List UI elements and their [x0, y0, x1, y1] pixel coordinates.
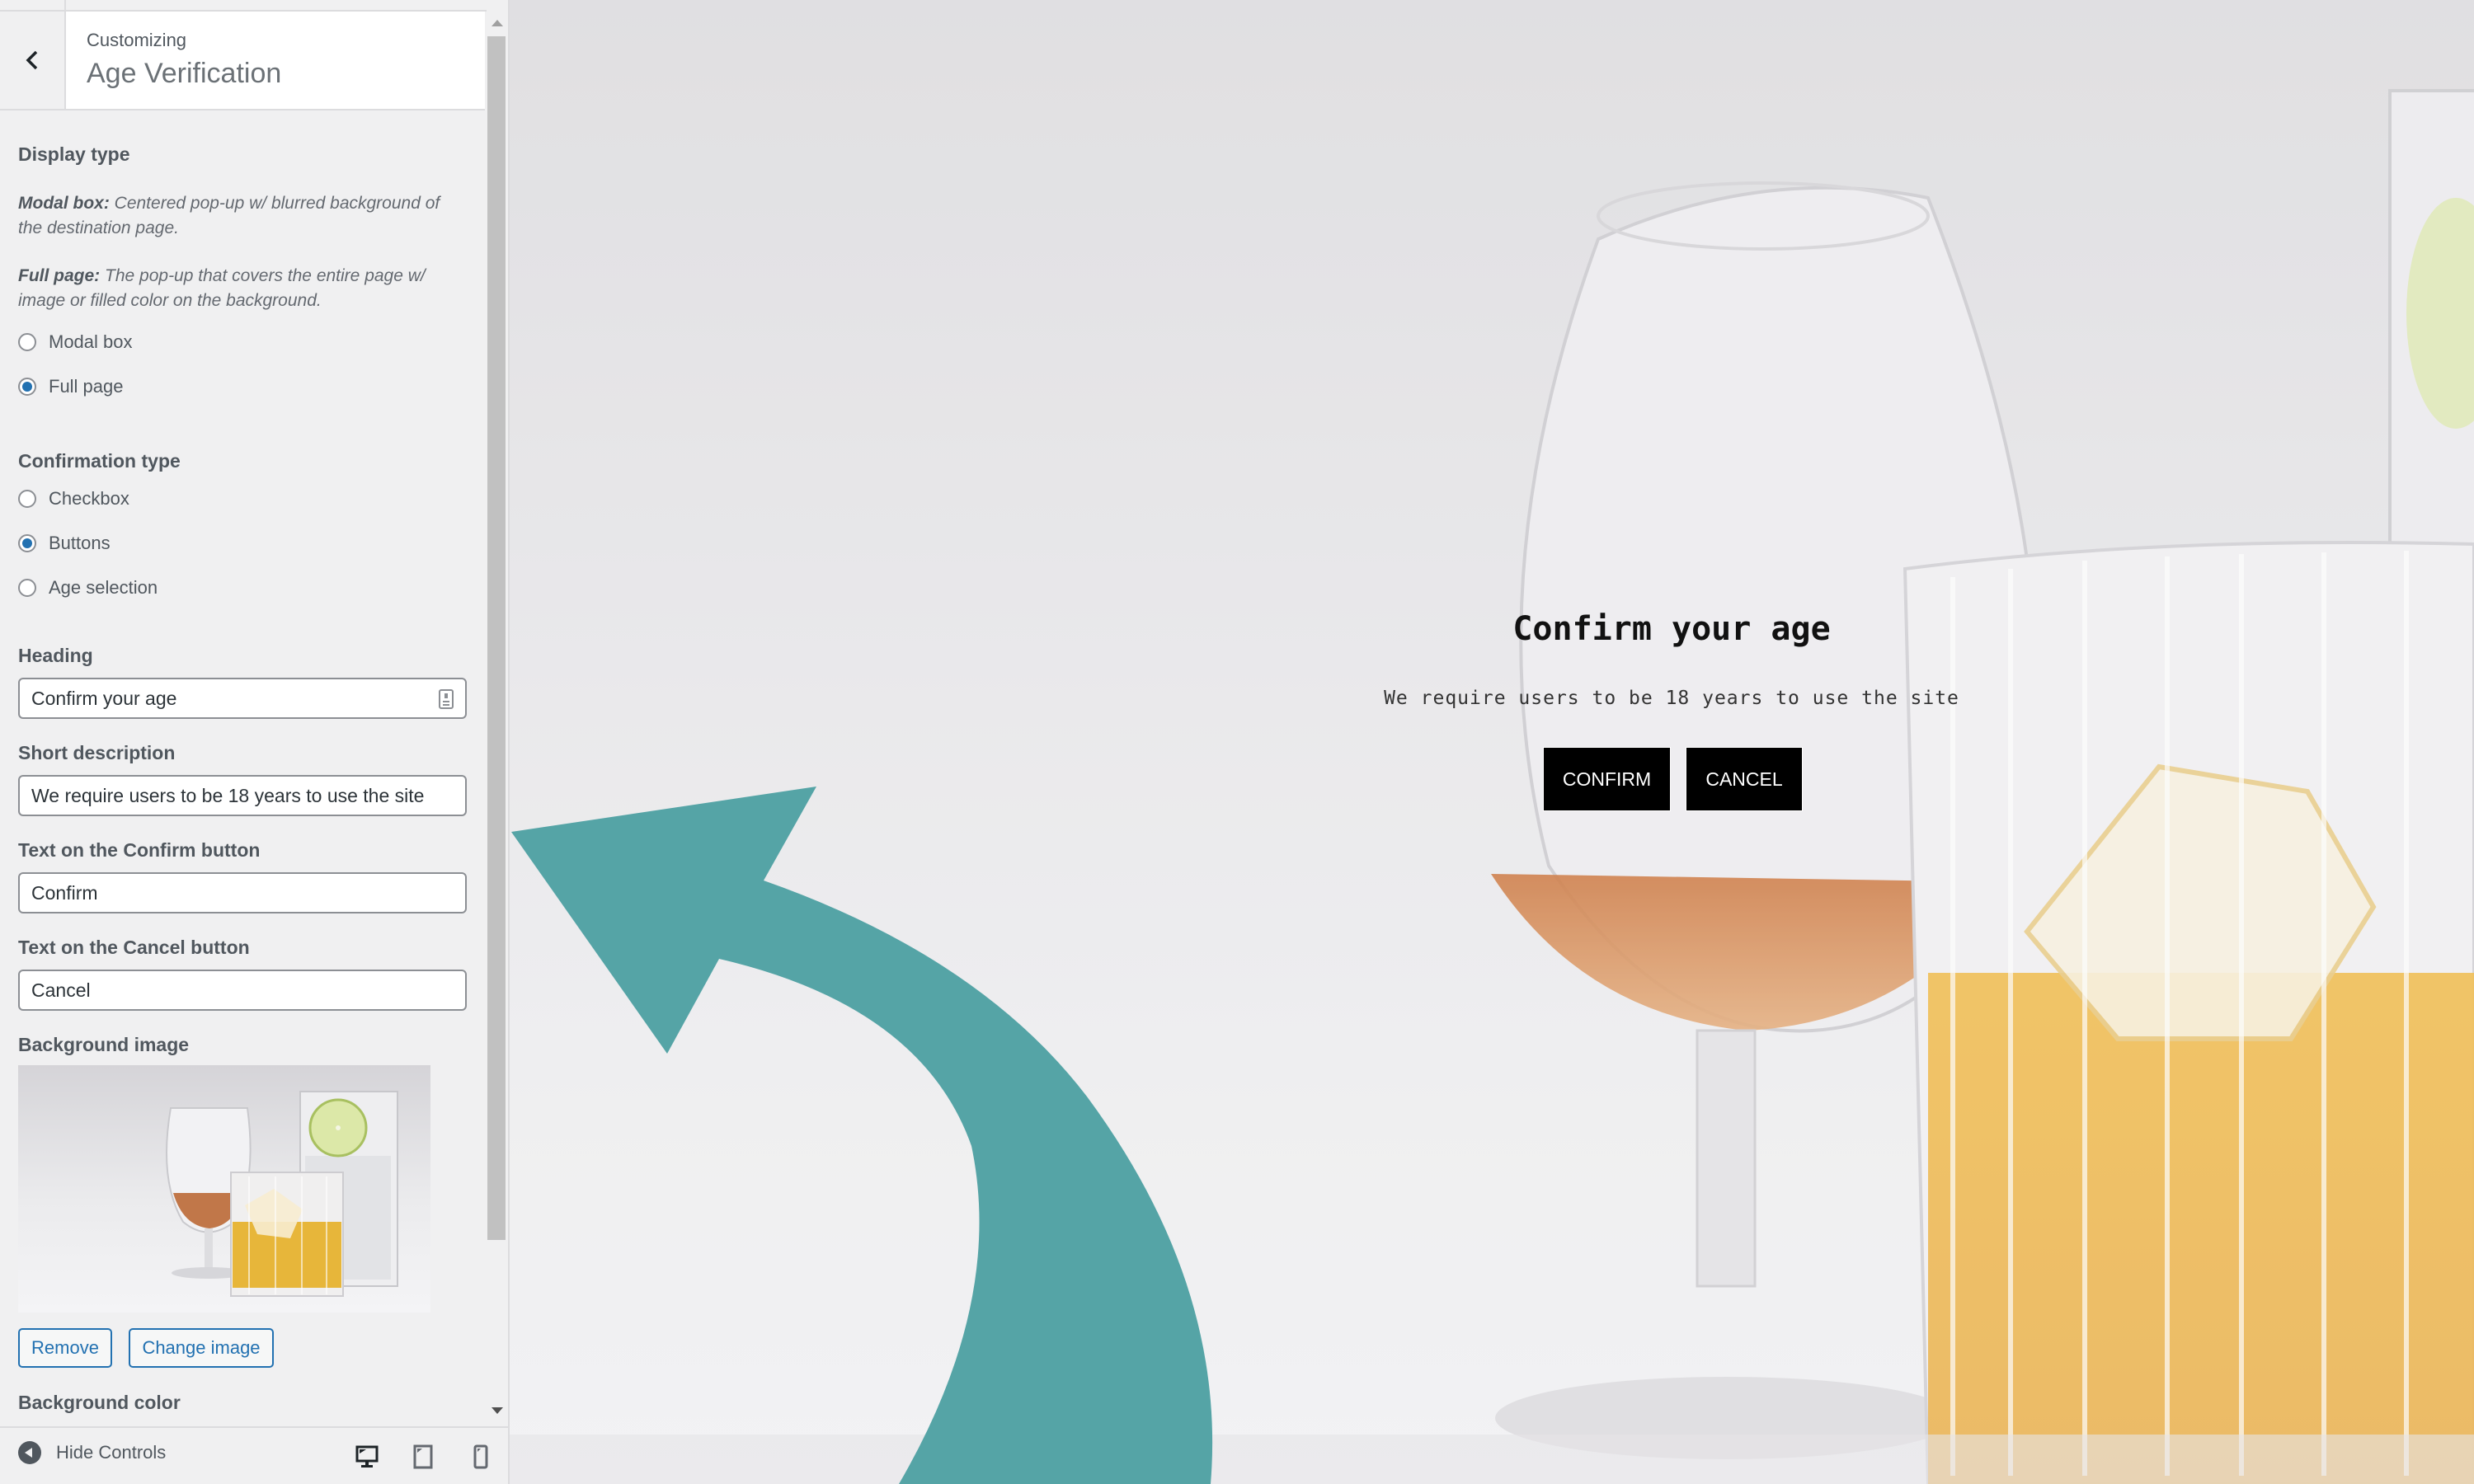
- radio-button[interactable]: [18, 579, 36, 597]
- radio-button[interactable]: [18, 490, 36, 508]
- customizer-footer: Hide Controls: [0, 1426, 508, 1484]
- tablet-icon: [413, 1444, 433, 1469]
- radio-label: Checkbox: [49, 488, 129, 509]
- scroll-down-arrow-icon[interactable]: [492, 1407, 503, 1414]
- radio-modal-box[interactable]: Modal box: [18, 331, 133, 353]
- panel-title: Age Verification: [87, 58, 282, 89]
- radio-button[interactable]: [18, 333, 36, 351]
- divider: [64, 0, 66, 10]
- radio-label: Modal box: [49, 331, 133, 352]
- cancel-text-input[interactable]: Cancel: [18, 970, 467, 1011]
- short-description-input[interactable]: We require users to be 18 years to use t…: [18, 775, 467, 816]
- radio-button-checked[interactable]: [18, 378, 36, 396]
- back-button[interactable]: [0, 12, 66, 109]
- heading-label: Heading: [18, 645, 93, 666]
- background-image-thumbnail: [18, 1065, 430, 1313]
- confirm-text-label: Text on the Confirm button: [18, 839, 261, 861]
- cancel-text-label: Text on the Cancel button: [18, 937, 250, 958]
- sidebar-scrollbar[interactable]: [487, 12, 506, 1414]
- radio-age-selection[interactable]: Age selection: [18, 577, 158, 599]
- background-color-label: Background color: [18, 1392, 181, 1413]
- hide-controls-label: Hide Controls: [56, 1442, 167, 1463]
- confirm-text-input-value: Confirm: [31, 881, 98, 904]
- curved-arrow-icon: [511, 787, 1213, 1484]
- preview-desktop-button[interactable]: [353, 1443, 381, 1471]
- confirm-text-input[interactable]: Confirm: [18, 872, 467, 913]
- customizer-header: Customizing Age Verification: [0, 12, 485, 110]
- top-strip: [0, 0, 487, 12]
- change-image-button[interactable]: Change image: [129, 1328, 274, 1368]
- confirmation-type-label: Confirmation type: [18, 450, 181, 472]
- cancel-text-input-value: Cancel: [31, 979, 91, 1001]
- site-preview: Confirm your age We require users to be …: [510, 0, 2474, 1484]
- background-image-label: Background image: [18, 1034, 190, 1055]
- radio-label: Full page: [49, 376, 124, 397]
- scroll-up-arrow-icon[interactable]: [492, 20, 503, 26]
- header-titles: Customizing Age Verification: [66, 12, 485, 109]
- hide-controls-button[interactable]: Hide Controls: [18, 1441, 166, 1464]
- preview-tablet-button[interactable]: [409, 1443, 437, 1471]
- form-fill-icon[interactable]: [439, 689, 454, 709]
- radio-buttons[interactable]: Buttons: [18, 533, 111, 554]
- preview-mobile-button[interactable]: [467, 1443, 495, 1471]
- modal-box-term: Modal box:: [18, 194, 110, 213]
- full-page-term: Full page:: [18, 266, 101, 285]
- mobile-icon: [473, 1444, 488, 1469]
- radio-full-page[interactable]: Full page: [18, 376, 124, 397]
- remove-image-button[interactable]: Remove: [18, 1328, 112, 1368]
- short-description-label: Short description: [18, 742, 176, 763]
- drinks-photo-thumbnail: [166, 1091, 398, 1297]
- customizer-sidebar: Customizing Age Verification Display typ…: [0, 0, 510, 1484]
- scrollbar-thumb[interactable]: [487, 36, 506, 1240]
- heading-input[interactable]: Confirm your age: [18, 678, 467, 719]
- short-description-input-value: We require users to be 18 years to use t…: [31, 784, 425, 806]
- heading-input-value: Confirm your age: [31, 687, 177, 709]
- annotation-arrow: [511, 787, 1213, 1484]
- radio-label: Buttons: [49, 533, 111, 553]
- full-page-description: Full page: The pop-up that covers the en…: [18, 264, 463, 313]
- chevron-left-icon: [26, 50, 38, 70]
- radio-checkbox[interactable]: Checkbox: [18, 488, 129, 510]
- display-type-label: Display type: [18, 143, 130, 165]
- radio-button-checked[interactable]: [18, 534, 36, 552]
- modal-box-description: Modal box: Centered pop-up w/ blurred ba…: [18, 191, 463, 241]
- header-subtitle: Customizing: [87, 30, 187, 50]
- collapse-arrow-icon: [18, 1441, 41, 1464]
- desktop-icon: [355, 1445, 379, 1468]
- radio-label: Age selection: [49, 577, 158, 598]
